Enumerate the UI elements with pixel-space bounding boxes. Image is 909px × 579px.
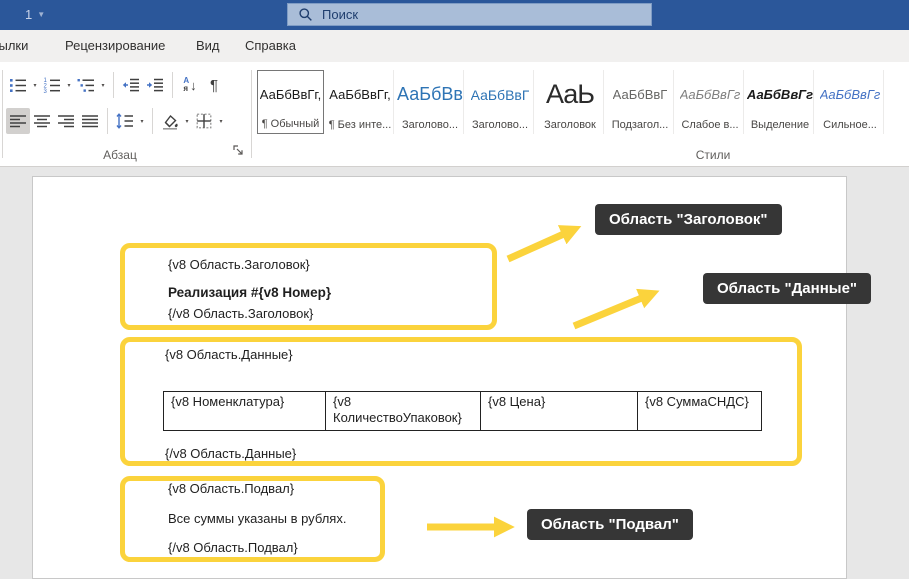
borders-button[interactable] — [192, 108, 216, 134]
justify-button[interactable] — [78, 108, 102, 134]
word-window: 1 ▼ Поиск сылки Рецензирование Вид Справ… — [0, 0, 909, 579]
chevron-down-icon[interactable]: ▾ — [182, 118, 192, 125]
style-label: Подзагол... — [611, 119, 669, 131]
sort-letter-ya: я — [183, 84, 189, 93]
paragraph-dialog-launcher[interactable] — [232, 143, 244, 161]
style-preview: АаБбВвГг — [679, 87, 741, 102]
separator — [172, 72, 173, 98]
data-region-open-tag: {v8 Область.Данные} — [165, 347, 293, 362]
title-bar: 1 ▼ Поиск — [0, 0, 909, 30]
chevron-down-icon[interactable]: ▾ — [30, 82, 40, 89]
multilevel-list-button[interactable] — [74, 72, 98, 98]
sort-arrow-icon: ↓ — [190, 77, 197, 93]
sort-letters: А я — [183, 77, 189, 93]
line-spacing-button[interactable] — [113, 108, 137, 134]
style-card-subtle-emphasis[interactable]: АаБбВвГг Слабое в... — [677, 70, 744, 134]
styles-gallery: АаБбВвГг, ¶ Обычный АаБбВвГг, ¶ Без инте… — [257, 70, 887, 134]
style-label: ¶ Без инте... — [328, 119, 392, 131]
footer-region-body: Все суммы указаны в рублях. — [168, 511, 347, 526]
style-preview: АаБбВв — [397, 84, 463, 104]
paragraph-group-label: Абзац — [103, 148, 137, 162]
styles-group-label: Стили — [695, 148, 731, 162]
tab-review[interactable]: Рецензирование — [65, 30, 165, 62]
separator — [113, 72, 114, 98]
group-separator — [251, 70, 252, 158]
style-label: Заголово... — [471, 119, 529, 131]
style-card-title[interactable]: АаЬ Заголовок — [537, 70, 604, 134]
callout-data-region: Область "Данные" — [703, 273, 872, 304]
paragraph-group-row2: ▾ ▾ ▾ — [6, 108, 226, 134]
align-center-button[interactable] — [30, 108, 54, 134]
footer-region-open-tag: {v8 Область.Подвал} — [168, 481, 295, 496]
style-label: Сильное... — [823, 119, 877, 131]
style-label: Заголово... — [401, 119, 459, 131]
tab-view[interactable]: Вид — [196, 30, 220, 62]
bullet-list-button[interactable] — [6, 72, 30, 98]
footer-region-close-tag: {/v8 Область.Подвал} — [168, 540, 298, 555]
chevron-down-icon[interactable]: ▾ — [98, 82, 108, 89]
header-region-close-tag: {/v8 Область.Заголовок} — [168, 306, 314, 321]
style-preview: АаЬ — [545, 79, 595, 109]
tab-links[interactable]: сылки — [0, 30, 28, 62]
style-card-subtitle[interactable]: АаБбВвГ Подзагол... — [607, 70, 674, 134]
table-cell-price[interactable]: {v8 Цена} — [480, 391, 638, 431]
ribbon-tab-row: сылки Рецензирование Вид Справка — [0, 30, 909, 62]
table-row: {v8 Номенклатура} {v8 КоличествоУпаковок… — [163, 391, 762, 431]
style-card-heading1[interactable]: АаБбВв Заголово... — [397, 70, 464, 134]
show-formatting-marks-button[interactable]: ¶ — [202, 72, 226, 98]
search-icon — [298, 7, 313, 22]
style-preview: АаБбВвГ — [470, 86, 530, 103]
style-preview: АаБбВвГ — [612, 87, 668, 102]
shading-bucket-icon[interactable] — [158, 108, 182, 134]
callout-header-region: Область "Заголовок" — [595, 204, 782, 235]
style-card-heading2[interactable]: АаБбВвГ Заголово... — [467, 70, 534, 134]
paragraph-group-row1: ▾ 123 ▾ ▾ А я ↓ ¶ — [6, 72, 226, 98]
decrease-indent-button[interactable] — [119, 72, 143, 98]
style-preview: АаБбВвГг, — [259, 87, 322, 102]
style-card-normal[interactable]: АаБбВвГг, ¶ Обычный — [257, 70, 324, 134]
style-label: Выделение — [750, 119, 810, 131]
svg-text:3: 3 — [44, 89, 48, 95]
header-region-open-tag: {v8 Область.Заголовок} — [168, 257, 310, 272]
separator — [107, 108, 108, 134]
style-preview: АаБбВвГг — [747, 87, 813, 102]
style-preview: АаБбВвГг, — [329, 87, 391, 102]
increase-indent-button[interactable] — [143, 72, 167, 98]
style-label: Слабое в... — [681, 119, 739, 131]
group-separator — [2, 70, 3, 158]
style-card-intense-emphasis[interactable]: АаБбВвГг Сильное... — [817, 70, 884, 134]
table-cell-sum-vat[interactable]: {v8 СуммаСНДС} — [637, 391, 762, 431]
style-card-no-spacing[interactable]: АаБбВвГг, ¶ Без инте... — [327, 70, 394, 134]
align-left-button[interactable] — [6, 108, 30, 134]
document-title-menu[interactable]: 1 ▼ — [25, 7, 45, 22]
header-region-body: Реализация #{v8 Номер} — [168, 285, 332, 300]
style-preview: АаБбВвГг — [819, 87, 881, 102]
chevron-down-icon[interactable]: ▾ — [64, 82, 74, 89]
data-region-close-tag: {/v8 Область.Данные} — [165, 446, 297, 461]
data-region-table: {v8 Номенклатура} {v8 КоличествоУпаковок… — [163, 391, 762, 431]
sort-button[interactable]: А я ↓ — [178, 72, 202, 98]
align-right-button[interactable] — [54, 108, 78, 134]
chevron-down-icon: ▼ — [37, 10, 46, 19]
style-label: Заголовок — [544, 119, 596, 131]
style-label: ¶ Обычный — [261, 118, 320, 130]
ribbon: ▾ 123 ▾ ▾ А я ↓ ¶ ▾ ▾ ▾ Абзац АаБбВвГг, … — [0, 62, 909, 167]
chevron-down-icon[interactable]: ▾ — [137, 118, 147, 125]
numbered-list-button[interactable]: 123 — [40, 72, 64, 98]
tab-help[interactable]: Справка — [245, 30, 296, 62]
table-cell-nomenclature[interactable]: {v8 Номенклатура} — [163, 391, 326, 431]
document-title: 1 — [25, 7, 33, 22]
separator — [152, 108, 153, 134]
table-cell-package-count[interactable]: {v8 КоличествоУпаковок} — [325, 391, 481, 431]
chevron-down-icon[interactable]: ▾ — [216, 118, 226, 125]
search-placeholder: Поиск — [322, 7, 359, 22]
callout-footer-region: Область "Подвал" — [527, 509, 693, 540]
search-box[interactable]: Поиск — [287, 3, 652, 26]
style-card-emphasis[interactable]: АаБбВвГг Выделение — [747, 70, 814, 134]
